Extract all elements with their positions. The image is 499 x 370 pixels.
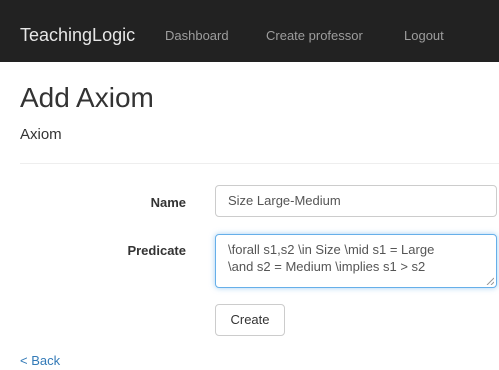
predicate-textarea[interactable]: \forall s1,s2 \in Size \mid s1 = Large \…	[215, 234, 497, 288]
page-subtitle: Axiom	[20, 126, 62, 143]
predicate-label: Predicate	[127, 243, 186, 258]
predicate-line-2: \and s2 = Medium \implies s1 > s2	[228, 259, 426, 274]
predicate-line-1: \forall s1,s2 \in Size \mid s1 = Large	[228, 242, 435, 257]
top-navbar: TeachingLogic Dashboard Create professor…	[0, 0, 499, 62]
nav-create-professor-link[interactable]: Create professor	[266, 28, 363, 43]
back-link[interactable]: < Back	[20, 353, 60, 368]
resize-grip-icon[interactable]	[486, 277, 494, 285]
page-title: Add Axiom	[20, 82, 154, 113]
name-label: Name	[150, 195, 186, 210]
header-divider	[20, 163, 499, 164]
name-input-value: Size Large-Medium	[228, 193, 341, 208]
nav-logout-link[interactable]: Logout	[404, 28, 444, 43]
nav-dashboard-link[interactable]: Dashboard	[165, 28, 229, 43]
brand-link[interactable]: TeachingLogic	[20, 25, 135, 46]
name-input[interactable]: Size Large-Medium	[215, 185, 497, 217]
create-button[interactable]: Create	[215, 304, 285, 336]
